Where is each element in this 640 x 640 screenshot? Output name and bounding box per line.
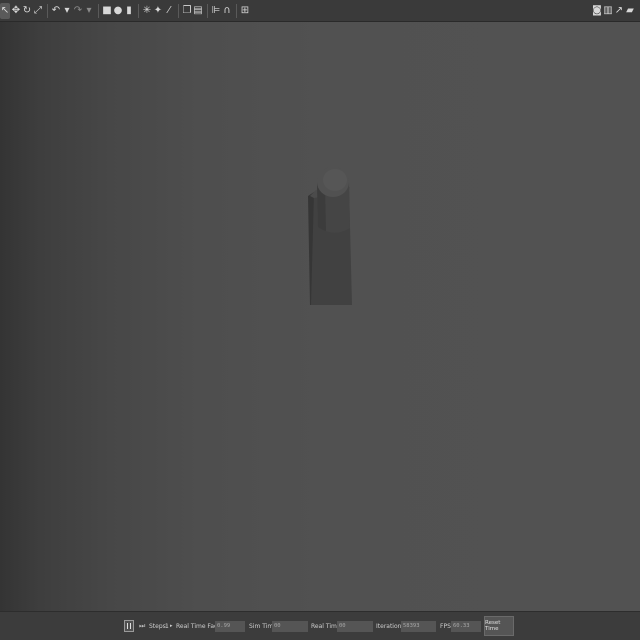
toolbar-separator bbox=[178, 3, 179, 18]
plot-icon[interactable]: ↗ bbox=[614, 3, 624, 19]
real-time-value: 00 00:00:58.793 bbox=[337, 621, 373, 632]
redo-history-icon[interactable]: ▾ bbox=[84, 3, 94, 19]
time-panel: ⏭ Steps: 1 ▸ Real Time Factor: 0.99 Sim … bbox=[0, 611, 640, 640]
copy-icon[interactable]: ❐ bbox=[182, 3, 192, 19]
undo-history-icon[interactable]: ▾ bbox=[62, 3, 72, 19]
toolbar: ↖ ✥ ↻ ⤢ ↶ ▾ ↷ ▾ ■ ● ▮ ✳ ✦ ⁄ ❐ ▤ ⊫ ∩ ⊞ ◙ … bbox=[0, 0, 640, 22]
box-shape-icon[interactable]: ■ bbox=[102, 3, 112, 19]
steps-value[interactable]: 1 bbox=[165, 612, 169, 640]
steps-spinner-icon[interactable]: ▸ bbox=[170, 612, 173, 640]
toolbar-separator bbox=[207, 3, 208, 18]
video-record-icon[interactable]: ▰ bbox=[625, 3, 635, 19]
scale-mode-icon[interactable]: ⤢ bbox=[33, 3, 43, 19]
snap-icon[interactable]: ∩ bbox=[222, 3, 232, 19]
directional-light-icon[interactable]: ⁄ bbox=[164, 3, 174, 19]
log-data-icon[interactable]: ▥ bbox=[603, 3, 613, 19]
pause-icon bbox=[126, 623, 129, 629]
sphere-shape-icon[interactable]: ● bbox=[113, 3, 123, 19]
align-icon[interactable]: ⊫ bbox=[211, 3, 221, 19]
toolbar-separator bbox=[236, 3, 237, 18]
toolbar-separator bbox=[98, 3, 99, 18]
screenshot-icon[interactable]: ◙ bbox=[592, 3, 602, 19]
spot-light-icon[interactable]: ✦ bbox=[153, 3, 163, 19]
redo-icon[interactable]: ↷ bbox=[73, 3, 83, 19]
scene-viewport[interactable] bbox=[0, 22, 640, 611]
step-forward-icon[interactable]: ⏭ bbox=[139, 622, 145, 631]
fps-value: 60.33 bbox=[451, 621, 481, 632]
toolbar-left-group: ↖ ✥ ↻ ⤢ ↶ ▾ ↷ ▾ ■ ● ▮ ✳ ✦ ⁄ ❐ ▤ ⊫ ∩ ⊞ bbox=[0, 0, 251, 22]
cylinder-shape-icon[interactable]: ▮ bbox=[124, 3, 134, 19]
pause-icon-bar bbox=[129, 623, 132, 629]
scene-render[interactable] bbox=[0, 22, 640, 611]
point-light-icon[interactable]: ✳ bbox=[142, 3, 152, 19]
pause-button[interactable] bbox=[124, 620, 134, 632]
paste-icon[interactable]: ▤ bbox=[193, 3, 203, 19]
toolbar-right-group: ◙ ▥ ↗ ▰ bbox=[592, 0, 636, 22]
toolbar-separator bbox=[47, 3, 48, 18]
select-mode-icon[interactable]: ↖ bbox=[0, 2, 10, 19]
rtf-value: 0.99 bbox=[215, 621, 245, 632]
change-view-angle-icon[interactable]: ⊞ bbox=[240, 3, 250, 19]
toolbar-separator bbox=[138, 3, 139, 18]
reset-time-button[interactable]: Reset Time bbox=[484, 616, 514, 636]
translate-mode-icon[interactable]: ✥ bbox=[11, 3, 21, 19]
rotate-mode-icon[interactable]: ↻ bbox=[22, 3, 32, 19]
model-cylinder-top-highlight bbox=[323, 169, 347, 191]
sim-time-value: 00 00:00:58.393 bbox=[272, 621, 308, 632]
undo-icon[interactable]: ↶ bbox=[51, 3, 61, 19]
iterations-value: 58393 bbox=[401, 621, 436, 632]
